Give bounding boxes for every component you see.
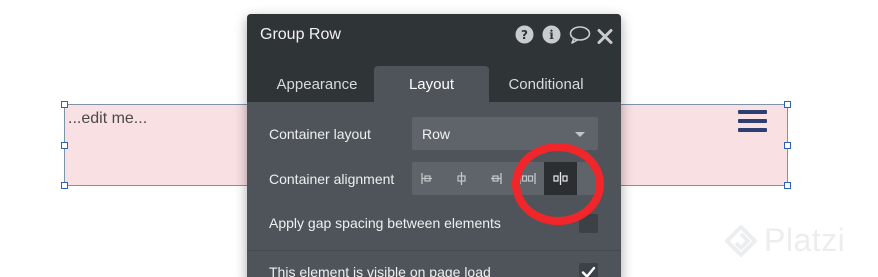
annotation-highlight-circle: [512, 143, 604, 225]
section-divider: [247, 250, 621, 251]
container-layout-value: Row: [422, 126, 451, 142]
comment-icon[interactable]: [569, 25, 591, 44]
panel-header: Group Row ? i: [247, 14, 621, 56]
info-icon[interactable]: i: [542, 25, 561, 44]
resize-handle-left[interactable]: [61, 142, 68, 149]
close-icon[interactable]: [597, 27, 613, 46]
hamburger-menu-icon[interactable]: [738, 110, 767, 134]
svg-text:i: i: [549, 28, 554, 42]
tab-conditional[interactable]: Conditional: [489, 66, 603, 102]
resize-handle-bottom-right[interactable]: [784, 182, 791, 189]
chevron-down-icon: [575, 132, 585, 137]
visible-on-load-checkbox[interactable]: [579, 263, 598, 277]
align-right-icon[interactable]: [478, 162, 511, 195]
panel-title: Group Row: [260, 26, 341, 43]
tab-layout[interactable]: Layout: [374, 66, 489, 102]
element-placeholder-text: ...edit me...: [68, 110, 148, 127]
container-layout-label: Container layout: [269, 126, 371, 142]
align-center-icon[interactable]: [445, 162, 478, 195]
editor-canvas: ...edit me... Platzi Group Row ? i Appea…: [0, 0, 878, 277]
svg-text:?: ?: [521, 28, 528, 42]
tab-appearance[interactable]: Appearance: [257, 66, 377, 102]
resize-handle-right[interactable]: [784, 142, 791, 149]
platzi-logo-icon: [725, 224, 757, 257]
gap-spacing-label: Apply gap spacing between elements: [269, 215, 501, 231]
checkmark-icon: [581, 266, 596, 277]
align-left-icon[interactable]: [412, 162, 445, 195]
visible-on-load-label: This element is visible on page load: [269, 264, 491, 277]
resize-handle-bottom-left[interactable]: [61, 182, 68, 189]
panel-tabs: Appearance Layout Conditional: [247, 56, 621, 102]
watermark-text: Platzi: [764, 222, 846, 258]
container-alignment-label: Container alignment: [269, 171, 395, 187]
help-icon[interactable]: ?: [515, 25, 534, 44]
resize-handle-top-left[interactable]: [61, 101, 68, 108]
platzi-watermark: Platzi: [724, 222, 845, 259]
resize-handle-top-right[interactable]: [784, 101, 791, 108]
